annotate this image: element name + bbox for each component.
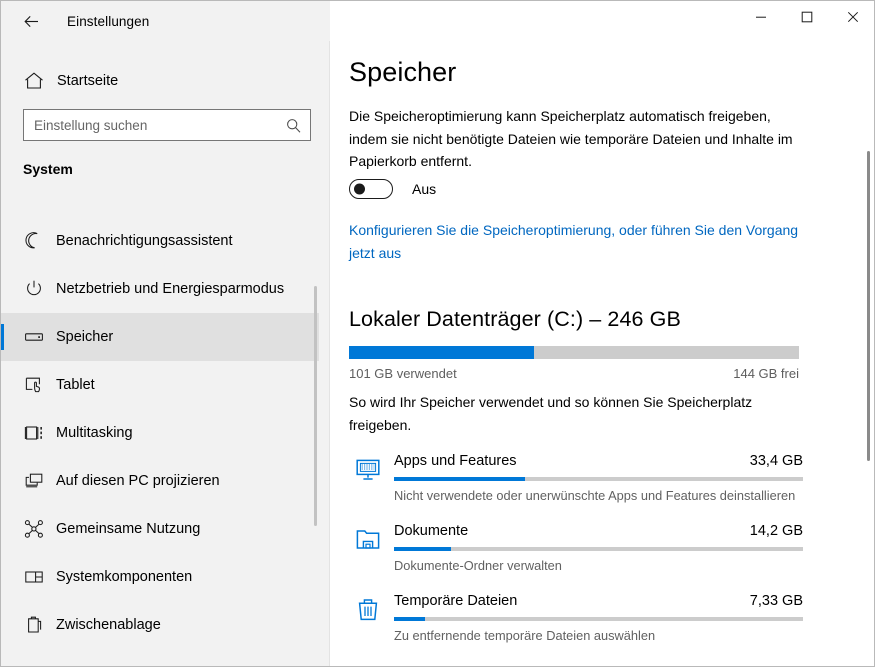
minimize-icon bbox=[756, 16, 766, 18]
storage-category-size: 33,4 GB bbox=[749, 453, 803, 469]
sidebar-item-netzbetrieb-energiesparmodus[interactable]: Netzbetrieb und Energiesparmodus bbox=[1, 265, 319, 313]
sidebar-home-label: Startseite bbox=[57, 73, 119, 89]
close-button[interactable] bbox=[830, 1, 874, 33]
main-content: Speicher Die Speicheroptimierung kann Sp… bbox=[331, 1, 874, 666]
sidebar-item-label: Netzbetrieb und Energiesparmodus bbox=[56, 281, 285, 297]
sidebar-item-gemeinsame-nutzung[interactable]: Gemeinsame Nutzung bbox=[1, 505, 319, 553]
sidebar-item-zwischenablage[interactable]: Zwischenablage bbox=[1, 601, 319, 649]
maximize-button[interactable] bbox=[784, 1, 830, 33]
minimize-button[interactable] bbox=[738, 1, 784, 33]
storage-category-subtitle: Dokumente-Ordner verwalten bbox=[394, 558, 562, 573]
maximize-icon bbox=[801, 11, 813, 23]
sidebar-item-multitasking[interactable]: Multitasking bbox=[1, 409, 319, 457]
sidebar-item-label: Multitasking bbox=[56, 425, 133, 441]
configure-storage-sense-link[interactable]: Konfigurieren Sie die Speicheroptimierun… bbox=[349, 219, 801, 264]
title-bar-left: Einstellungen bbox=[1, 1, 330, 41]
storage-sense-toggle-row: Aus bbox=[349, 179, 436, 199]
page-title: Speicher bbox=[349, 57, 457, 87]
trash-bin-icon bbox=[358, 599, 378, 621]
settings-window: Einstellungen Startseite Einstellung suc… bbox=[0, 0, 875, 667]
moon-icon bbox=[25, 232, 38, 249]
window-title: Einstellungen bbox=[67, 13, 150, 29]
sidebar-nav-list: Benachrichtigungsassistent Netzbetrieb u… bbox=[1, 217, 319, 666]
drive-usage-description: So wird Ihr Speicher verwendet und so kö… bbox=[349, 394, 753, 433]
sidebar-item-label: Speicher bbox=[56, 329, 114, 345]
storage-category-subtitle: Zu entfernende temporäre Dateien auswähl… bbox=[394, 628, 656, 643]
storage-category-size: 14,2 GB bbox=[749, 523, 803, 539]
storage-sense-toggle-state: Aus bbox=[412, 181, 437, 197]
apps-features-icon bbox=[356, 459, 380, 480]
toggle-knob bbox=[354, 183, 365, 195]
sidebar-item-label: Benachrichtigungsassistent bbox=[56, 233, 233, 249]
storage-category-bar bbox=[394, 547, 803, 551]
sidebar-item-label: Systemkomponenten bbox=[56, 569, 193, 585]
sidebar-item-label: Zwischenablage bbox=[56, 617, 161, 633]
sidebar-item-systemkomponenten[interactable]: Systemkomponenten bbox=[1, 553, 319, 601]
main-scrollbar-thumb[interactable] bbox=[867, 151, 870, 461]
back-button[interactable] bbox=[9, 5, 53, 37]
storage-category-apps-und-features[interactable]: Apps und Features 33,4 GB Nicht verwende… bbox=[349, 445, 811, 515]
sidebar-scrollbar-thumb[interactable] bbox=[314, 286, 317, 526]
sidebar-item-label: Tablet bbox=[56, 377, 95, 393]
share-nodes-icon bbox=[24, 520, 43, 538]
window-controls bbox=[330, 1, 874, 41]
drive-usage-fill bbox=[349, 346, 534, 359]
back-arrow-icon bbox=[23, 15, 38, 27]
storage-category-fill bbox=[394, 617, 425, 621]
drive-usage-bar bbox=[349, 346, 799, 359]
home-icon bbox=[25, 72, 43, 89]
sidebar-item-home[interactable]: Startseite bbox=[15, 61, 305, 101]
storage-category-list: Apps und Features 33,4 GB Nicht verwende… bbox=[349, 445, 811, 655]
storage-category-bar bbox=[394, 617, 803, 621]
close-icon bbox=[847, 11, 859, 23]
storage-category-fill bbox=[394, 477, 525, 481]
search-button[interactable] bbox=[276, 110, 310, 140]
multitasking-icon bbox=[24, 426, 42, 440]
clipboard-icon bbox=[28, 616, 42, 633]
sidebar-item-label: Auf diesen PC projizieren bbox=[56, 473, 220, 489]
storage-sense-description: Die Speicheroptimierung kann Speicherpla… bbox=[349, 108, 793, 169]
sidebar-item-auf-diesen-pc-projizieren[interactable]: Auf diesen PC projizieren bbox=[1, 457, 319, 505]
storage-category-fill bbox=[394, 547, 452, 551]
storage-drive-icon bbox=[25, 333, 43, 341]
storage-category-dokumente[interactable]: Dokumente 14,2 GB Dokumente-Ordner verwa… bbox=[349, 515, 811, 585]
storage-sense-toggle[interactable] bbox=[349, 179, 393, 199]
title-bar: Einstellungen bbox=[1, 1, 874, 41]
sidebar-item-speicher[interactable]: Speicher bbox=[1, 313, 319, 361]
search-icon bbox=[286, 118, 300, 133]
storage-category-temporaere-dateien[interactable]: Temporäre Dateien 7,33 GB Zu entfernende… bbox=[349, 585, 811, 655]
storage-category-name: Temporäre Dateien bbox=[394, 593, 518, 609]
storage-category-name: Apps und Features bbox=[394, 453, 517, 469]
storage-category-bar bbox=[394, 477, 803, 481]
drive-free-label: 144 GB frei bbox=[733, 366, 799, 381]
sidebar-item-benachrichtigungsassistent[interactable]: Benachrichtigungsassistent bbox=[1, 217, 319, 265]
sidebar-item-tablet[interactable]: Tablet bbox=[1, 361, 319, 409]
tablet-icon bbox=[25, 377, 40, 393]
sidebar-item-label: Gemeinsame Nutzung bbox=[56, 521, 201, 537]
sidebar-section-header: System bbox=[23, 161, 73, 177]
storage-category-name: Dokumente bbox=[394, 523, 469, 539]
documents-folder-icon bbox=[356, 530, 380, 549]
project-screen-icon bbox=[25, 473, 43, 488]
drive-title: Lokaler Datenträger (C:) – 246 GB bbox=[349, 307, 681, 331]
search-box[interactable] bbox=[23, 109, 311, 141]
sidebar: Startseite System Benachrichtigungsassis… bbox=[1, 1, 330, 666]
storage-category-size: 7,33 GB bbox=[749, 593, 803, 609]
section-divider bbox=[349, 289, 809, 290]
power-icon bbox=[27, 280, 41, 296]
system-components-icon bbox=[25, 571, 43, 583]
search-input[interactable] bbox=[24, 110, 276, 140]
storage-category-subtitle: Nicht verwendete oder unerwünschte Apps … bbox=[394, 488, 796, 503]
